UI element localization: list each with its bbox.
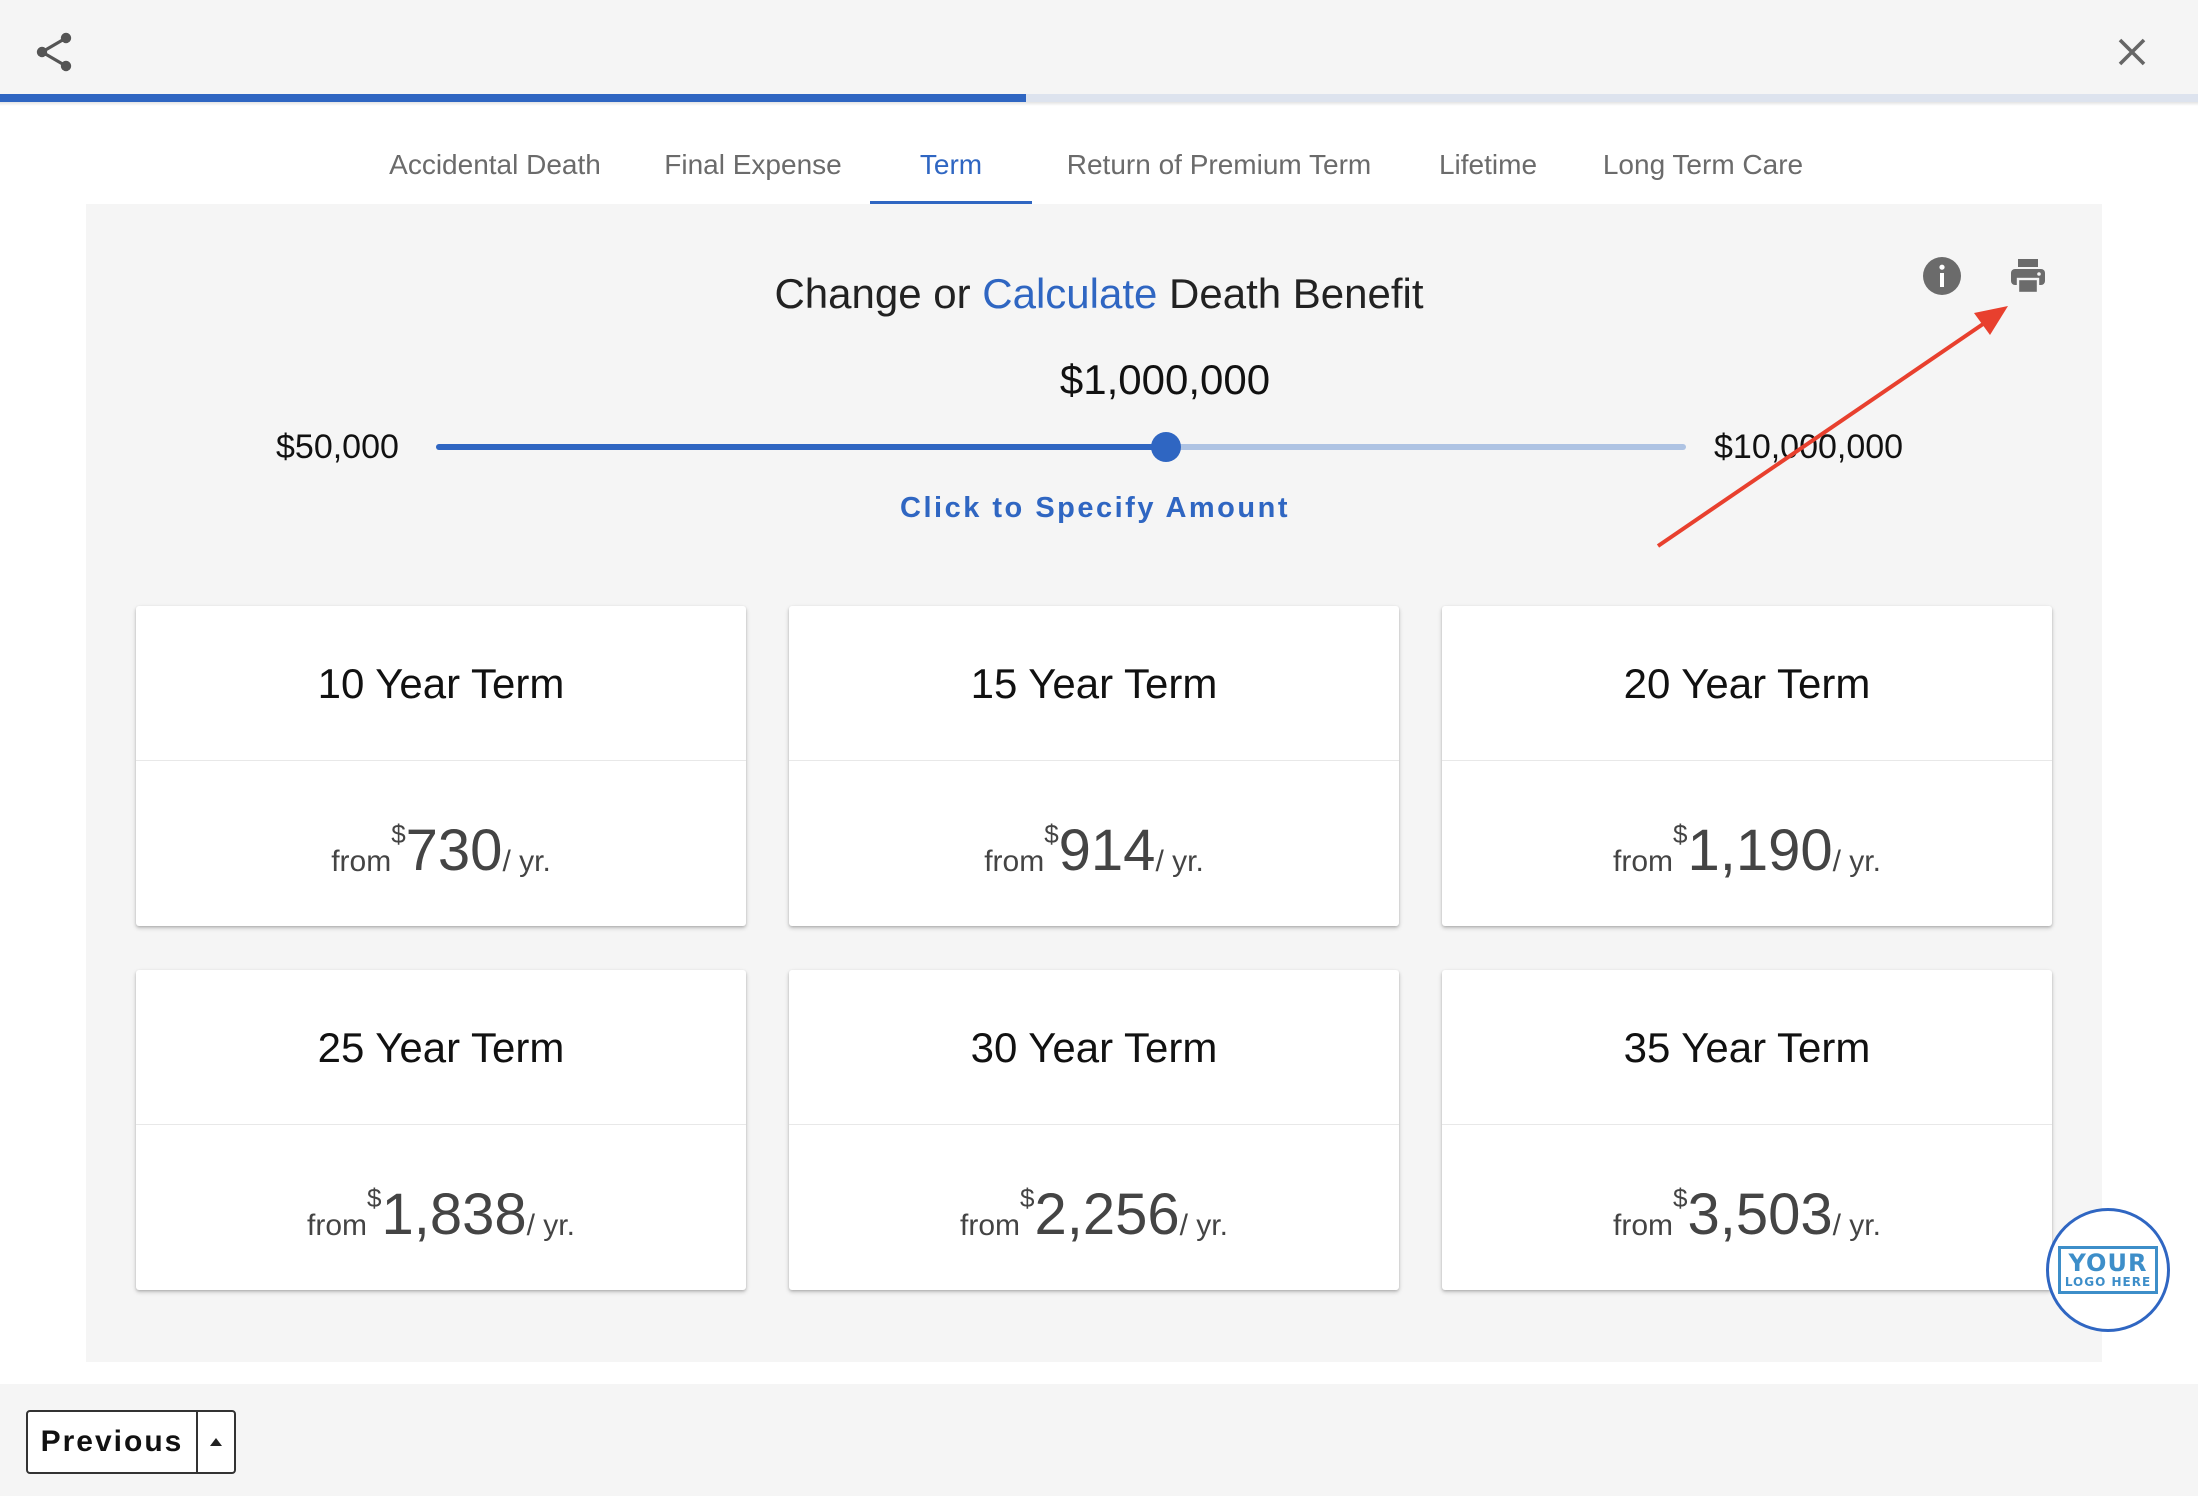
price-period: / yr. [526,1208,575,1242]
caret-up-icon[interactable] [198,1412,234,1472]
slider-fill [436,444,1166,450]
price-value: 914 [1058,818,1156,883]
slider-max-label: $10,000,000 [1714,428,1904,466]
tab-long-term-care[interactable]: Long Term Care [1590,130,1816,204]
tab-term[interactable]: Term [870,130,1032,204]
card-price: from $ 3,503 / yr. [1442,1125,2052,1290]
slider-min-label: $50,000 [276,428,399,466]
price-currency: $ [1673,1183,1688,1213]
product-tabs: Accidental Death Final Expense Term Retu… [0,130,2198,204]
tab-final-expense[interactable]: Final Expense [646,130,860,204]
price-currency: $ [1020,1183,1035,1213]
death-benefit-amount: $1,000,000 [1059,356,1271,403]
card-title: 35 Year Term [1442,970,2052,1125]
calculate-link[interactable]: Calculate [982,270,1157,317]
price-currency: $ [367,1183,382,1213]
heading-prefix: Change or [774,270,971,317]
logo-line-1: YOUR [2068,1249,2148,1277]
progress-fill [0,94,1027,102]
price-value: 1,190 [1687,818,1833,883]
price-from: from [307,1208,368,1242]
term-card[interactable]: 10 Year Term from $ 730 / yr. [136,606,746,926]
price-from: from [984,844,1045,878]
death-benefit-slider[interactable] [436,432,1686,462]
price-currency: $ [1673,819,1688,849]
card-price: from $ 2,256 / yr. [789,1125,1399,1290]
card-title: 10 Year Term [136,606,746,761]
price-value: 1,838 [381,1182,527,1247]
price-period: / yr. [1832,1208,1881,1242]
price-from: from [1613,1208,1674,1242]
price-from: from [331,844,392,878]
previous-button[interactable]: Previous [28,1412,198,1472]
term-card[interactable]: 20 Year Term from $ 1,190 / yr. [1442,606,2052,926]
card-title: 30 Year Term [789,970,1399,1125]
price-value: 3,503 [1687,1182,1833,1247]
price-period: / yr. [1179,1208,1228,1242]
price-value: 730 [405,818,503,883]
tab-return-of-premium-term[interactable]: Return of Premium Term [1046,130,1392,204]
price-period: / yr. [1832,844,1881,878]
card-title: 20 Year Term [1442,606,2052,761]
logo-badge[interactable]: YOUR LOGO HERE [2046,1208,2170,1332]
close-icon[interactable] [2108,28,2156,76]
share-icon[interactable] [30,28,78,76]
progress-bar [0,94,2198,102]
logo-placeholder: YOUR LOGO HERE [2057,1246,2159,1294]
card-price: from $ 1,190 / yr. [1442,761,2052,926]
term-card[interactable]: 25 Year Term from $ 1,838 / yr. [136,970,746,1290]
price-period: / yr. [1155,844,1204,878]
bottom-bar: Previous [0,1384,2198,1496]
term-card[interactable]: 30 Year Term from $ 2,256 / yr. [789,970,1399,1290]
price-from: from [960,1208,1021,1242]
card-title: 15 Year Term [789,606,1399,761]
heading-suffix: Death Benefit [1169,270,1424,317]
price-currency: $ [391,819,406,849]
card-title: 25 Year Term [136,970,746,1125]
tab-accidental-death[interactable]: Accidental Death [370,130,620,204]
calculator-heading: Change or Calculate Death Benefit [0,270,2198,318]
price-value: 2,256 [1034,1182,1180,1247]
card-price: from $ 914 / yr. [789,761,1399,926]
logo-line-2: LOGO HERE [2064,1275,2152,1289]
term-card[interactable]: 15 Year Term from $ 914 / yr. [789,606,1399,926]
price-currency: $ [1044,819,1059,849]
term-cards: 10 Year Term from $ 730 / yr. 15 Year Te… [136,606,2053,1292]
term-card[interactable]: 35 Year Term from $ 3,503 / yr. [1442,970,2052,1290]
specify-amount-link[interactable]: Click to Specify Amount [0,492,2190,525]
slider-thumb[interactable] [1151,432,1181,462]
top-bar [0,0,2198,94]
divider [0,102,2198,106]
price-period: / yr. [502,844,551,878]
card-price: from $ 1,838 / yr. [136,1125,746,1290]
card-price: from $ 730 / yr. [136,761,746,926]
previous-button-group: Previous [26,1410,236,1474]
price-from: from [1613,844,1674,878]
tab-lifetime[interactable]: Lifetime [1418,130,1558,204]
